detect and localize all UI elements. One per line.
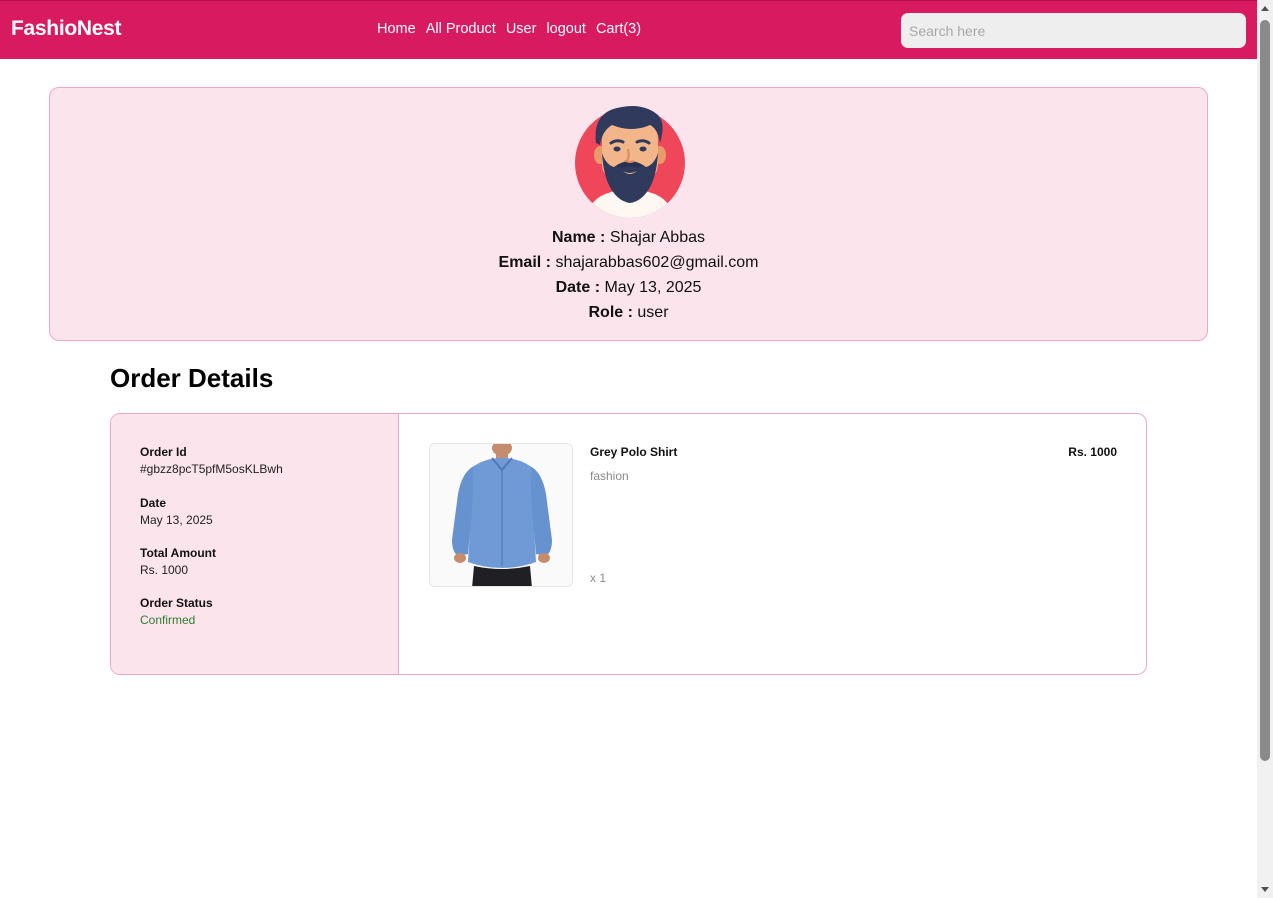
profile-role-row: Role : user — [50, 300, 1207, 325]
shirt-model-image — [430, 444, 572, 586]
profile-card: Name : Shajar Abbas Email : shajarabbas6… — [49, 87, 1208, 341]
order-id-value: #gbzz8pcT5pfM5osKLBwh — [140, 462, 283, 476]
bearded-man-avatar-icon — [575, 106, 685, 218]
order-status-label: Order Status — [140, 596, 213, 610]
nav-cart-link[interactable]: Cart(3) — [596, 21, 641, 37]
status-badge: Confirmed — [140, 613, 196, 627]
product-image[interactable] — [429, 443, 573, 587]
order-id-label: Order Id — [140, 445, 187, 459]
profile-email-row: Email : shajarabbas602@gmail.com — [50, 250, 1207, 275]
nav-user-link[interactable]: User — [506, 21, 537, 37]
profile-date-label: Date : — [555, 279, 601, 296]
order-total-block: Total Amount Rs. 1000 — [140, 545, 216, 579]
profile-email-label: Email : — [498, 254, 551, 271]
order-date-label: Date — [140, 496, 167, 510]
profile-email-value: shajarabbas602@gmail.com — [555, 254, 759, 271]
order-status-block: Order Status Confirmed — [140, 595, 213, 629]
profile-role-value: user — [637, 304, 669, 321]
nav-home-link[interactable]: Home — [377, 21, 416, 37]
nav-logout-link[interactable]: logout — [546, 21, 586, 37]
profile-info: Name : Shajar Abbas Email : shajarabbas6… — [50, 225, 1207, 325]
order-details-title: Order Details — [110, 363, 274, 393]
scroll-up-arrow-icon[interactable] — [1261, 6, 1269, 11]
profile-name-label: Name : — [552, 229, 606, 246]
order-date-value: May 13, 2025 — [140, 513, 213, 527]
navbar: FashioNest Home All Product User logout … — [0, 0, 1257, 59]
profile-name-value: Shajar Abbas — [609, 229, 705, 246]
product-category: fashion — [590, 469, 629, 483]
order-summary-panel: Order Id #gbzz8pcT5pfM5osKLBwh Date May … — [111, 414, 399, 674]
order-id-block: Order Id #gbzz8pcT5pfM5osKLBwh — [140, 444, 283, 478]
profile-name-row: Name : Shajar Abbas — [50, 225, 1207, 250]
profile-date-row: Date : May 13, 2025 — [50, 275, 1207, 300]
search-input[interactable] — [901, 13, 1246, 48]
nav-all-product-link[interactable]: All Product — [426, 21, 496, 37]
order-date-block: Date May 13, 2025 — [140, 495, 213, 529]
product-price: Rs. 1000 — [1068, 445, 1117, 459]
nav-links: Home All Product User logout Cart(3) — [377, 21, 641, 37]
scroll-down-arrow-icon[interactable] — [1261, 887, 1269, 892]
brand-logo[interactable]: FashioNest — [11, 17, 122, 41]
profile-date-value: May 13, 2025 — [604, 279, 702, 296]
order-total-value: Rs. 1000 — [140, 563, 189, 577]
page-scrollbar[interactable] — [1257, 0, 1273, 898]
order-card: Order Id #gbzz8pcT5pfM5osKLBwh Date May … — [110, 413, 1147, 675]
order-total-label: Total Amount — [140, 546, 216, 560]
scroll-thumb[interactable] — [1260, 20, 1270, 761]
product-quantity: x 1 — [590, 571, 607, 585]
profile-role-label: Role : — [588, 304, 633, 321]
product-name[interactable]: Grey Polo Shirt — [590, 445, 677, 459]
